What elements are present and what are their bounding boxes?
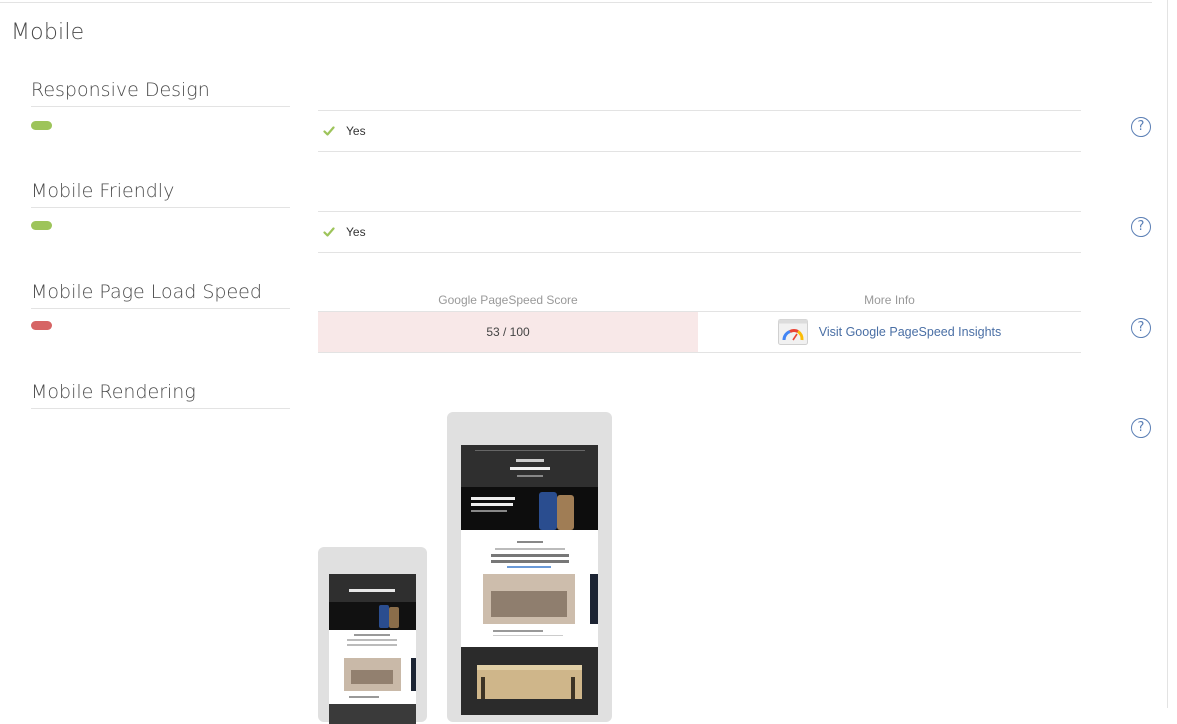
top-divider — [0, 2, 1152, 3]
large-phone-preview — [447, 412, 612, 722]
friendly-result-row: Yes — [318, 211, 1081, 253]
speed-status-indicator — [31, 321, 52, 330]
pagespeed-score-value: 53 / 100 — [486, 325, 530, 339]
help-circle-icon[interactable]: ? — [1131, 418, 1151, 438]
help-circle-icon[interactable]: ? — [1131, 217, 1151, 237]
friendly-status-indicator — [31, 221, 52, 230]
responsive-status-indicator — [31, 121, 52, 130]
pagespeed-insights-link[interactable]: Visit Google PageSpeed Insights — [819, 325, 1002, 339]
section-title: Mobile — [11, 20, 85, 45]
mobile-rendering-label: Mobile Rendering — [31, 381, 290, 409]
responsive-design-label: Responsive Design — [31, 79, 290, 107]
right-divider — [1167, 0, 1168, 708]
pagespeed-score-header: Google PageSpeed Score — [438, 293, 578, 307]
check-icon — [323, 227, 335, 237]
more-info-cell: Visit Google PageSpeed Insights — [698, 311, 1081, 353]
responsive-result-text: Yes — [346, 124, 366, 138]
friendly-result-text: Yes — [346, 225, 366, 239]
small-phone-screen — [329, 574, 416, 724]
responsive-result-row: Yes — [318, 110, 1081, 152]
more-info-header: More Info — [864, 293, 915, 307]
pagespeed-gauge-icon — [777, 319, 808, 345]
help-circle-icon[interactable]: ? — [1131, 117, 1151, 137]
page-load-speed-label: Mobile Page Load Speed — [31, 281, 290, 309]
check-icon — [323, 126, 335, 136]
help-circle-icon[interactable]: ? — [1131, 318, 1151, 338]
pagespeed-score-cell: 53 / 100 — [318, 311, 698, 353]
large-phone-screen — [461, 445, 598, 715]
mobile-friendly-label: Mobile Friendly — [31, 180, 290, 208]
small-phone-preview — [318, 547, 427, 724]
